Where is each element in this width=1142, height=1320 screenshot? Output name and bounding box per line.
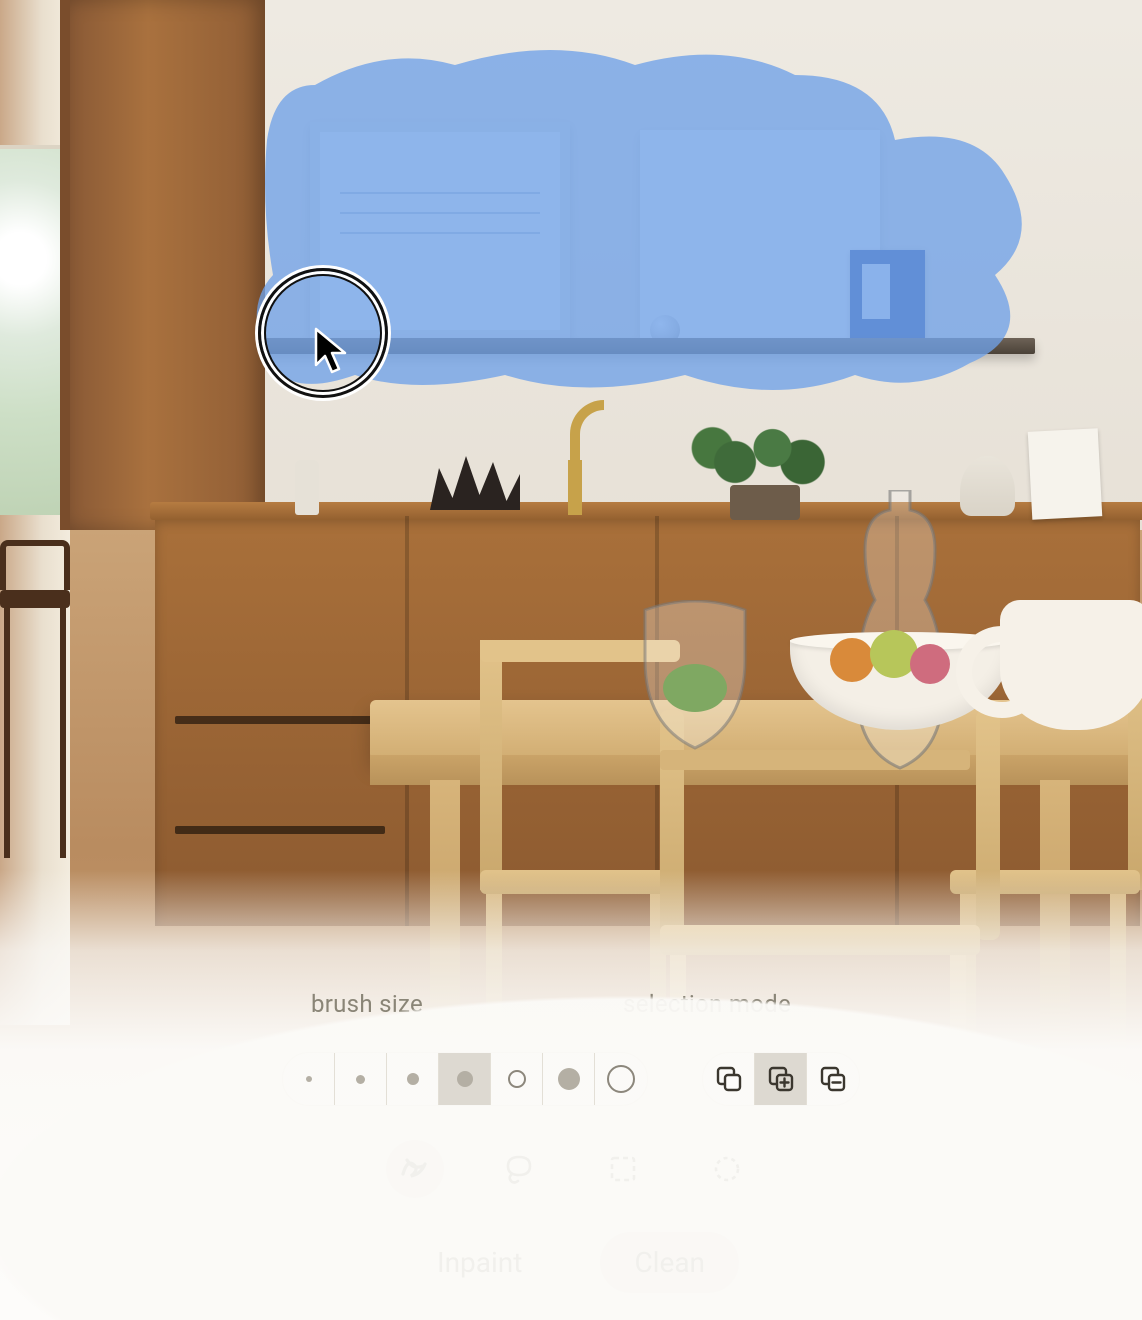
rectangle-select-icon bbox=[608, 1154, 638, 1184]
brush-size-label: brush size bbox=[311, 990, 423, 1018]
selection-mode-subtract[interactable] bbox=[807, 1053, 859, 1105]
brush-size-sm[interactable] bbox=[335, 1053, 387, 1105]
clean-button[interactable]: Clean bbox=[600, 1232, 739, 1293]
dot-icon bbox=[407, 1073, 419, 1085]
inpaint-button[interactable]: Inpaint bbox=[403, 1232, 556, 1293]
selection-subtract-icon bbox=[819, 1065, 847, 1093]
circle-outline-icon bbox=[508, 1070, 526, 1088]
brush-size-xl-outline[interactable] bbox=[491, 1053, 543, 1105]
action-row: Inpaint Clean bbox=[403, 1232, 739, 1293]
selection-add-icon bbox=[767, 1065, 795, 1093]
dot-icon bbox=[558, 1068, 580, 1090]
brush-size-xl[interactable] bbox=[543, 1053, 595, 1105]
scribble-icon bbox=[398, 1152, 432, 1186]
editor-canvas-stage: brush size selection mode bbox=[0, 0, 1142, 1320]
brush-size-md[interactable] bbox=[387, 1053, 439, 1105]
selection-mode-new[interactable] bbox=[703, 1053, 755, 1105]
dot-icon bbox=[356, 1075, 365, 1084]
brush-size-picker bbox=[282, 1052, 648, 1106]
selection-new-icon bbox=[715, 1065, 743, 1093]
brush-size-xxl[interactable] bbox=[595, 1053, 647, 1105]
control-labels-row: brush size selection mode bbox=[351, 990, 791, 1018]
tool-lasso[interactable] bbox=[490, 1140, 548, 1198]
editor-controls-panel: brush size selection mode bbox=[0, 980, 1142, 1320]
lasso-icon bbox=[502, 1152, 536, 1186]
selection-mode-picker bbox=[702, 1052, 860, 1106]
dot-icon bbox=[457, 1071, 473, 1087]
circle-outline-icon bbox=[607, 1065, 635, 1093]
tool-rectangle-select[interactable] bbox=[594, 1140, 652, 1198]
selection-tool-row bbox=[386, 1140, 756, 1198]
ellipse-select-icon bbox=[711, 1153, 743, 1185]
tool-brush[interactable] bbox=[386, 1140, 444, 1198]
brush-size-lg[interactable] bbox=[439, 1053, 491, 1105]
tool-ellipse-select[interactable] bbox=[698, 1140, 756, 1198]
selection-mode-label: selection mode bbox=[623, 990, 791, 1018]
brush-size-xs[interactable] bbox=[283, 1053, 335, 1105]
dot-icon bbox=[306, 1076, 312, 1082]
selection-mode-add[interactable] bbox=[755, 1053, 807, 1105]
